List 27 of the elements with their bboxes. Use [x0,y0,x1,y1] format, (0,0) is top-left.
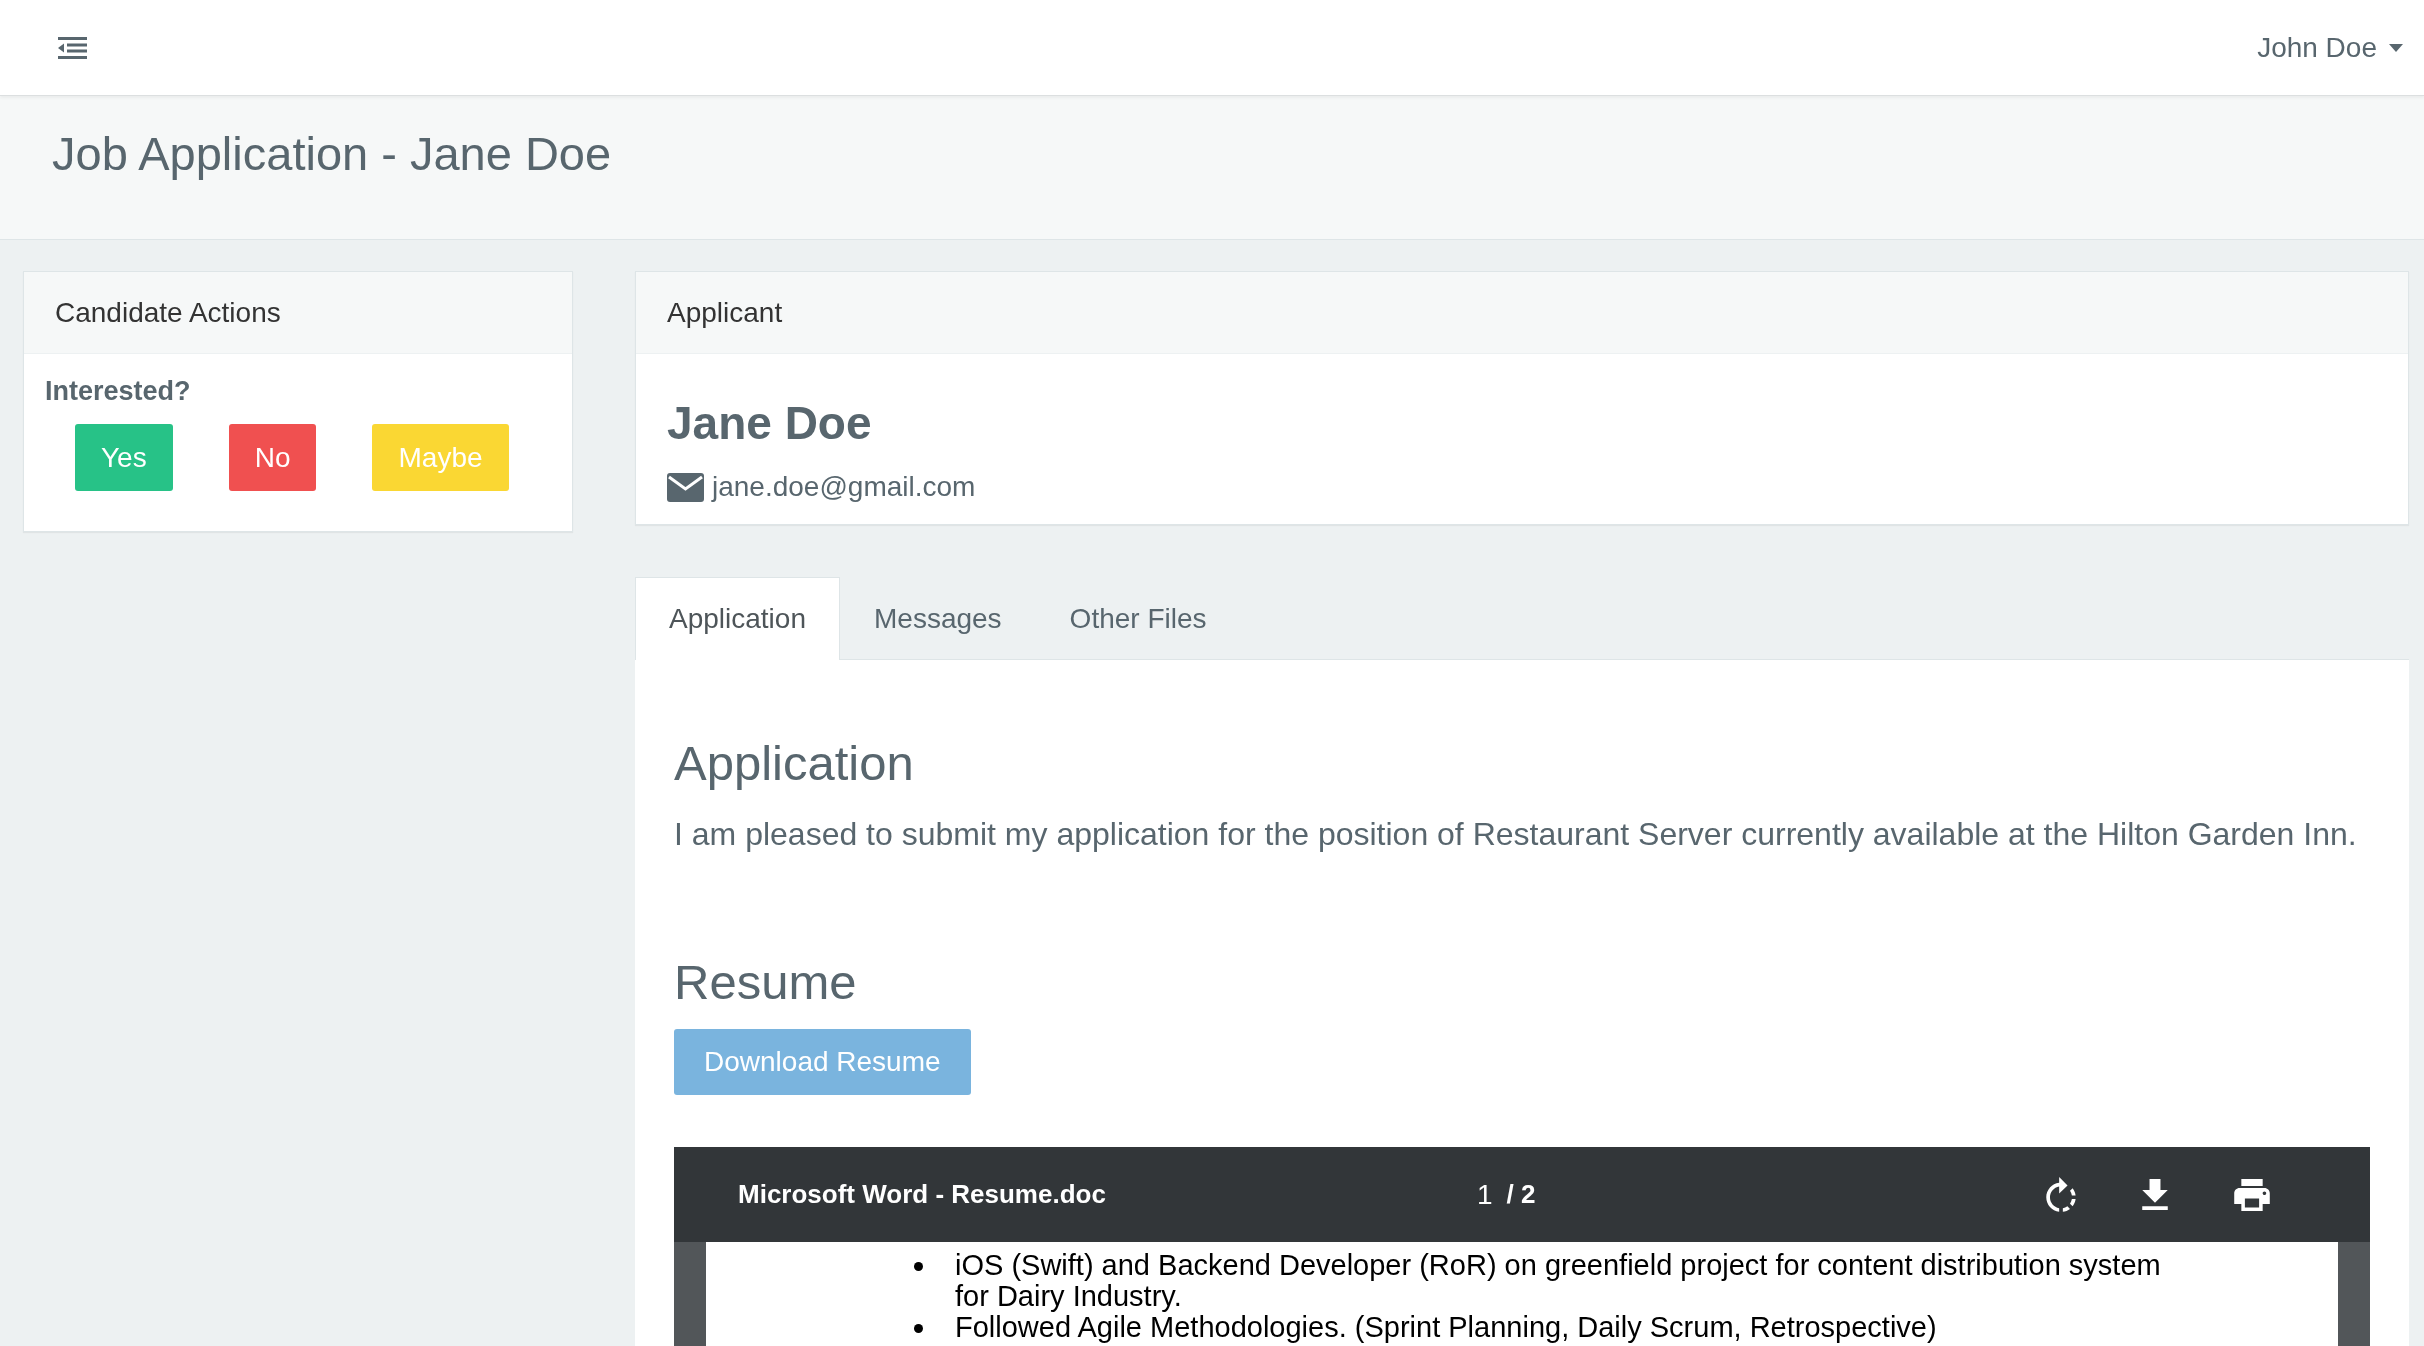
applicant-name: Jane Doe [667,397,872,449]
applicant-email: jane.doe@gmail.com [712,470,976,504]
page-number-field[interactable]: 1 [1472,1177,1493,1212]
panel-title: Candidate Actions [24,272,572,354]
caret-icon [2389,43,2403,52]
application-text: I am pleased to submit my application for the position of Restaurant Server currently available at the Hilton Garden Inn. [674,815,2357,854]
page-count: / 2 [1506,1179,1536,1210]
tab[interactable]: Messages [840,577,1036,660]
resume-text: Followed Agile Methodologies. (Sprint Planning, Daily Scrum, Retrospective) [955,1312,1938,1343]
document-title: Microsoft Word - Resume.doc [738,1179,1106,1210]
tab[interactable]: Other Files [1035,577,1241,660]
menu-icon[interactable] [58,36,87,59]
panel-title: Applicant [636,272,2408,354]
user-menu[interactable]: John Doe [2257,30,2403,65]
section-heading: Application [674,736,914,790]
resume-text: iOS (Swift) and Backend Developer (RoR) on greenfield project for content distribution system for Dairy Industry. [955,1250,2162,1312]
question-label: Interested? [45,375,191,408]
interest-button[interactable]: No [228,424,317,491]
download-icon[interactable] [2142,1179,2168,1210]
bullet-icon [914,1324,923,1333]
page-title: Job Application - Jane Doe [52,126,612,182]
envelope-icon [667,472,704,502]
print-icon[interactable] [2234,1178,2270,1211]
bullet-icon [914,1262,923,1271]
section-heading: Resume [674,955,857,1009]
tab[interactable]: Application [635,577,840,660]
rotate-icon[interactable] [2046,1177,2076,1212]
